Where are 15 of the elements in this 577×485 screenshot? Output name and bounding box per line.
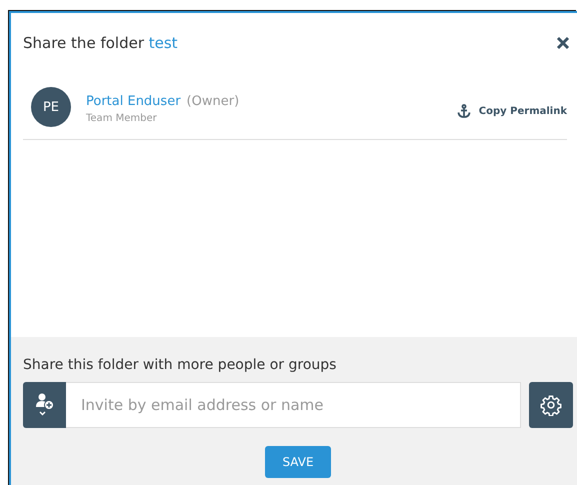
settings-icon <box>540 394 562 416</box>
member-role: (Owner) <box>186 94 240 109</box>
add-person-icon <box>34 392 54 418</box>
member-name[interactable]: Portal Enduser <box>86 94 181 109</box>
save-button[interactable]: SAVE <box>265 446 331 478</box>
avatar: PE <box>31 87 71 127</box>
anchor-icon[interactable] <box>456 104 471 118</box>
share-heading: Share this folder with more people or groups <box>23 357 338 373</box>
member-subtitle: Team Member <box>86 113 158 124</box>
add-person-button[interactable] <box>23 382 66 428</box>
dialog-title: Share the folder test <box>23 34 178 52</box>
settings-button[interactable] <box>529 382 573 428</box>
close-icon[interactable] <box>556 36 570 50</box>
copy-permalink-link[interactable]: Copy Permalink <box>478 106 567 116</box>
invite-field[interactable]: Invite by email address or name <box>66 382 521 428</box>
